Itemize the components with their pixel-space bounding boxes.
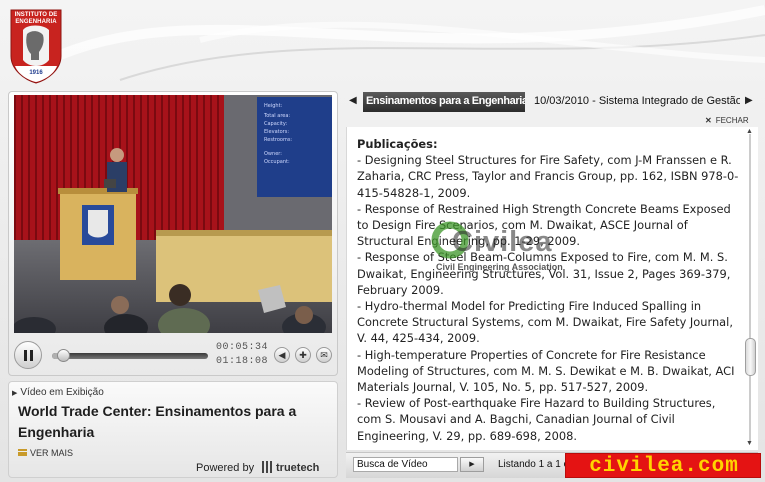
logo-name: INSTITUTO DE ENGENHARIA: [14, 12, 58, 25]
tab-ensinamentos[interactable]: Ensinamentos para a Engenharia: [363, 92, 525, 112]
publication-item: - High-temperature Properties of Concret…: [357, 347, 735, 395]
pause-button[interactable]: [14, 341, 42, 369]
article-heading: Publicações:: [357, 137, 438, 151]
fullscreen-icon[interactable]: ✚: [295, 347, 311, 363]
search-type-select[interactable]: Busca de Vídeo: [353, 457, 458, 472]
truetech-mark-icon: [262, 461, 274, 473]
svg-text:Height:: Height:: [264, 103, 283, 109]
time-elapsed: 00:05:34: [216, 342, 269, 353]
svg-text:Owner:: Owner:: [264, 151, 282, 157]
svg-text:Capacity:: Capacity:: [264, 121, 287, 127]
seek-handle[interactable]: [57, 349, 70, 362]
video-title: World Trade Center: Ensinamentos para a …: [18, 403, 297, 440]
speaker-icon[interactable]: ◀: [274, 347, 290, 363]
scroll-down-icon[interactable]: ▼: [746, 440, 753, 447]
svg-text:Elevators:: Elevators:: [264, 129, 289, 135]
instituto-logo[interactable]: INSTITUTO DE ENGENHARIA 1916: [9, 8, 63, 84]
player-controls: 00:05:34 01:18:08 ◀ ✚ ✉: [12, 338, 334, 372]
header-swirl: [58, 5, 765, 81]
now-playing-label: ▶ Vídeo em Exibição: [12, 387, 104, 398]
tab-sistema-integrado[interactable]: 10/03/2010 - Sistema Integrado de Gestão: [534, 95, 740, 107]
publication-item: - Review of Post-earthquake Fire Hazard …: [357, 396, 716, 443]
list-icon: [18, 449, 27, 456]
article-content: Publicações: - Designing Steel Structure…: [357, 136, 739, 450]
next-tab-arrow-icon[interactable]: ▶: [745, 95, 753, 106]
publication-item: - Response of Restrained High Strength C…: [357, 201, 731, 249]
listing-count: Listando 1 a 1 c: [498, 459, 569, 470]
search-go-button[interactable]: ▶: [460, 457, 484, 472]
scroll-thumb[interactable]: [745, 338, 756, 376]
video-frame[interactable]: Height: Total area: Capacity: Elevators: R…: [14, 95, 332, 333]
publication-item: - Designing Steel Structures for Fire Sa…: [357, 153, 739, 200]
envelope-icon[interactable]: ✉: [316, 347, 332, 363]
publication-item: - Hydro-thermal Model for Predicting Fir…: [357, 299, 733, 346]
time-duration: 01:18:08: [216, 356, 269, 367]
pause-icon-bar: [30, 350, 33, 361]
svg-text:Occupant:: Occupant:: [264, 159, 290, 165]
seek-bar[interactable]: [52, 353, 208, 359]
prev-tab-arrow-icon[interactable]: ◀: [349, 95, 357, 106]
close-button[interactable]: ✕ FECHAR: [705, 116, 749, 125]
scroll-track[interactable]: [749, 134, 751, 441]
close-icon: ✕: [705, 116, 712, 125]
svg-text:Restrooms:: Restrooms:: [264, 137, 292, 143]
truetech-logo[interactable]: truetech: [262, 461, 319, 474]
publication-item: - Response of Steel Beam-Columns Exposed…: [357, 250, 731, 297]
logo-year: 1916: [29, 70, 43, 76]
badge-text: civilea.com: [589, 455, 739, 478]
triangle-icon: ▶: [12, 390, 18, 397]
powered-by-label: Powered by: [196, 462, 255, 474]
article-scrollbar[interactable]: ▲ ▼: [744, 128, 757, 449]
civilea-badge[interactable]: civilea.com: [565, 453, 761, 478]
svg-text:Total area:: Total area:: [263, 113, 290, 119]
pause-icon: [24, 350, 27, 361]
video-still: Height: Total area: Capacity: Elevators: R…: [14, 95, 332, 333]
content-tabs: ◀ Ensinamentos para a Engenharia 10/03/2…: [346, 92, 758, 112]
ver-mais-link[interactable]: VER MAIS: [18, 448, 73, 458]
